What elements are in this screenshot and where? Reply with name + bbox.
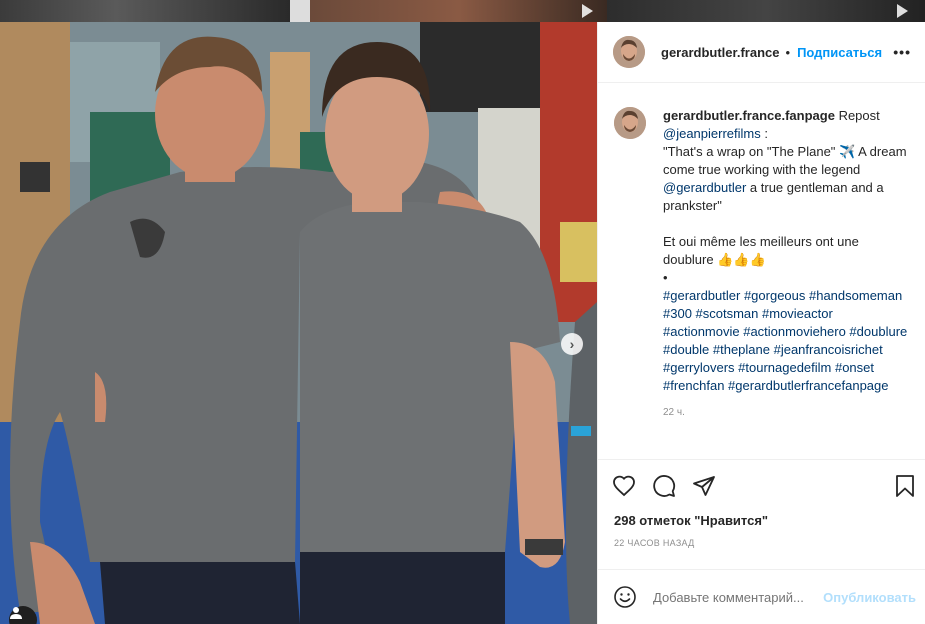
mention-link[interactable]: @gerardbutler: [663, 180, 746, 195]
comment-bubble-icon: [653, 474, 676, 497]
comment-button[interactable]: [652, 474, 676, 498]
caption-text-segment: Repost: [834, 108, 880, 123]
instagram-post-modal: › gerardbutler.france • Подписаться ••• …: [0, 0, 925, 624]
heart-icon: [613, 475, 635, 496]
header-separator: •: [785, 44, 791, 60]
caption-author-avatar-image: [614, 107, 646, 139]
likes-count[interactable]: 298 отметок "Нравится": [598, 511, 925, 528]
author-username[interactable]: gerardbutler.france: [661, 45, 780, 60]
author-avatar-image: [613, 36, 645, 68]
post-timestamp[interactable]: 22 ЧАСОВ НАЗАД: [598, 528, 925, 548]
paper-plane-icon: [693, 475, 715, 496]
caption-paragraph: gerardbutler.france.fanpage Repost @jeanp…: [663, 107, 909, 215]
video-play-icon: [582, 4, 593, 18]
share-button[interactable]: [692, 474, 716, 498]
smiley-icon: [614, 586, 636, 608]
adjacent-post-thumbnail[interactable]: [607, 0, 925, 22]
mention-link[interactable]: @jeanpierrefilms: [663, 126, 761, 141]
post-caption: gerardbutler.france.fanpage Repost @jeanp…: [598, 83, 925, 459]
bookmark-icon: [896, 474, 914, 497]
post-photo-illustration: [0, 22, 597, 624]
more-options-button[interactable]: •••: [893, 44, 911, 60]
emoji-picker-button[interactable]: [613, 585, 637, 609]
user-tag-icon: [10, 607, 22, 619]
like-button[interactable]: [612, 474, 636, 498]
publish-comment-button[interactable]: Опубликовать: [823, 590, 916, 605]
adjacent-posts-strip: [0, 0, 925, 22]
caption-paragraph: Et oui même les meilleurs ont une doublu…: [663, 234, 859, 267]
add-comment-bar: Опубликовать: [598, 569, 925, 624]
post-header: gerardbutler.france • Подписаться •••: [598, 22, 925, 83]
hashtag-list[interactable]: #gerardbutler #gorgeous #handsomeman #30…: [663, 287, 909, 395]
adjacent-post-thumbnail[interactable]: [290, 0, 310, 22]
carousel-next-button[interactable]: ›: [561, 333, 583, 355]
adjacent-post-thumbnail[interactable]: [310, 0, 607, 22]
chevron-right-icon: ›: [569, 336, 575, 352]
action-bar: [598, 459, 925, 511]
caption-text-segment: "That's a wrap on "The Plane" ✈️ A dream…: [663, 144, 907, 177]
save-button[interactable]: [893, 474, 917, 498]
author-avatar[interactable]: [613, 36, 645, 68]
adjacent-post-thumbnail[interactable]: [0, 0, 290, 22]
caption-text-segment: :: [760, 126, 768, 141]
comment-input[interactable]: [653, 589, 823, 605]
caption-author-avatar[interactable]: [614, 107, 646, 139]
follow-button[interactable]: Подписаться: [797, 45, 882, 60]
caption-username[interactable]: gerardbutler.france.fanpage: [663, 108, 835, 123]
caption-text: gerardbutler.france.fanpage Repost @jeanp…: [663, 107, 909, 395]
video-play-icon: [897, 4, 908, 18]
post-photo[interactable]: ›: [0, 22, 597, 624]
caption-timestamp[interactable]: 22 ч.: [663, 407, 909, 418]
caption-bullet: •: [663, 270, 668, 285]
post-sidebar: gerardbutler.france • Подписаться ••• ge…: [597, 22, 925, 624]
